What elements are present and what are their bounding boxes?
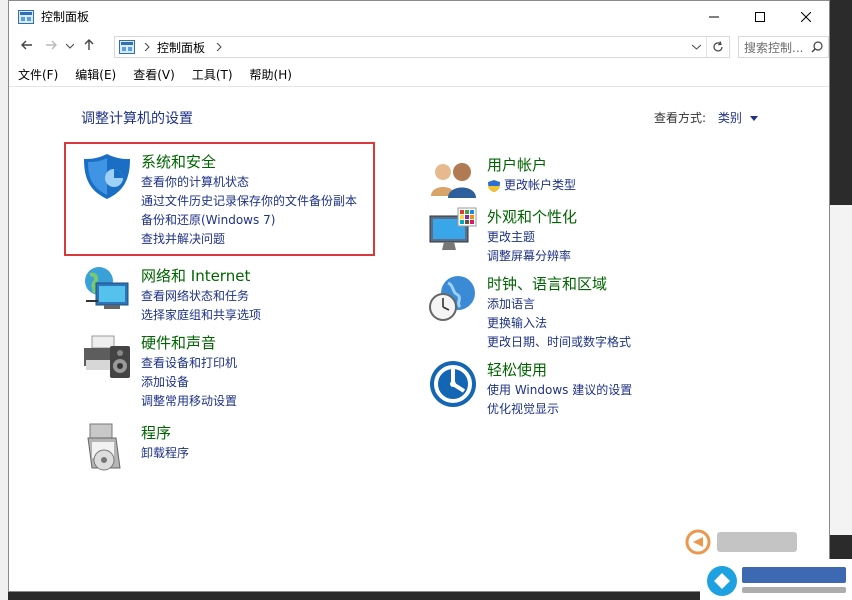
link-change-account-type[interactable]: 更改帐户类型 [487,176,576,195]
link-optimize-visual-display[interactable]: 优化视觉显示 [487,400,632,419]
triangle-down-icon [749,116,758,121]
clock-globe-icon [429,276,475,321]
arrow-left-icon [21,40,32,50]
category-title[interactable]: 外观和个性化 [487,206,577,227]
category-title[interactable]: 系统和安全 [141,151,216,172]
link-mobility-settings[interactable]: 调整常用移动设置 [141,392,237,411]
maximize-button[interactable] [737,1,783,32]
background-left-strip [0,0,8,600]
menu-tools[interactable]: 工具(T) [192,66,233,83]
link-change-date-time-format[interactable]: 更改日期、时间或数字格式 [487,333,631,352]
link-change-input-method[interactable]: 更换输入法 [487,314,631,333]
minimize-button[interactable] [691,1,737,32]
ease-of-access-icon [430,361,476,407]
link-backup-restore[interactable]: 备份和还原(Windows 7) [141,211,357,230]
watermark-logo [685,529,797,555]
shield-icon [84,154,130,199]
uac-shield-icon [488,179,500,192]
category-title[interactable]: 程序 [141,422,171,443]
arrow-up-icon [84,39,94,50]
menu-file[interactable]: 文件(F) [18,66,58,83]
link-view-status[interactable]: 查看你的计算机状态 [141,173,357,192]
category-title[interactable]: 时钟、语言和区域 [487,273,607,294]
search-box[interactable]: 搜索控制... [738,36,829,58]
link-change-account-type-label[interactable]: 更改帐户类型 [504,176,576,195]
page-title: 调整计算机的设置 [81,111,193,127]
watermark-badge [700,559,852,600]
chevron-down-icon [65,43,75,49]
menu-edit[interactable]: 编辑(E) [75,66,116,83]
view-by-dropdown[interactable]: 类别 [718,111,758,125]
category-title[interactable]: 硬件和声音 [141,332,216,353]
chevron-down-icon [691,44,701,50]
monitor-icon [429,207,477,250]
link-add-device[interactable]: 添加设备 [141,373,237,392]
refresh-button[interactable] [706,37,729,57]
control-panel-icon [18,9,34,24]
link-add-language[interactable]: 添加语言 [487,295,631,314]
menu-bar: 文件(F) 编辑(E) 查看(V) 工具(T) 帮助(H) [9,62,829,87]
breadcrumb-control-panel[interactable]: 控制面板 [157,39,205,56]
category-title[interactable]: 网络和 Internet [141,265,250,286]
menu-help[interactable]: 帮助(H) [250,66,292,83]
content-area: 调整计算机的设置 查看方式: 类别 系统和安全 查看你的计算机状态 通过文件历史… [9,87,829,593]
menu-view[interactable]: 查看(V) [133,66,175,83]
forward-button[interactable] [39,39,63,55]
title-bar: 控制面板 [9,1,829,32]
programs-icon [87,423,121,471]
view-by-label: 查看方式: [654,111,707,125]
link-screen-resolution[interactable]: 调整屏幕分辨率 [487,247,571,266]
address-dropdown-button[interactable] [686,44,706,50]
link-file-history[interactable]: 通过文件历史记录保存你的文件备份副本 [141,192,357,211]
chevron-right-icon [144,43,150,51]
recent-locations-button[interactable] [63,42,77,52]
address-bar[interactable]: 控制面板 [114,36,730,58]
link-devices-printers[interactable]: 查看设备和打印机 [141,354,237,373]
search-icon [811,41,823,53]
arrow-right-icon [46,40,57,50]
refresh-icon [713,41,723,52]
users-icon [431,163,476,198]
address-row: 控制面板 搜索控制... [9,32,829,62]
link-homegroup[interactable]: 选择家庭组和共享选项 [141,306,261,325]
link-change-theme[interactable]: 更改主题 [487,228,571,247]
category-title[interactable]: 轻松使用 [487,359,547,380]
category-title[interactable]: 用户帐户 [487,154,547,175]
chevron-right-icon [216,43,222,51]
link-network-status[interactable]: 查看网络状态和任务 [141,287,261,306]
link-troubleshoot[interactable]: 查找并解决问题 [141,230,357,249]
printer-icon [84,335,130,378]
up-button[interactable] [77,39,101,55]
network-globe-icon [85,267,129,309]
close-icon [801,11,811,22]
maximize-icon [755,11,765,22]
view-by: 查看方式: 类别 [654,109,758,126]
close-button[interactable] [783,1,829,32]
window-title: 控制面板 [41,10,90,24]
background-right-strip [830,205,852,535]
view-by-value[interactable]: 类别 [718,111,742,125]
control-panel-icon [119,40,135,54]
control-panel-window: 控制面板 控制面板 搜索控制... 文件(F) 编辑(E) 查看(V) 工具(T… [8,0,830,592]
link-recommended-settings[interactable]: 使用 Windows 建议的设置 [487,381,632,400]
back-button[interactable] [15,39,39,55]
link-uninstall-program[interactable]: 卸载程序 [141,444,189,463]
search-input[interactable]: 搜索控制... [744,39,811,56]
minimize-icon [709,16,719,17]
